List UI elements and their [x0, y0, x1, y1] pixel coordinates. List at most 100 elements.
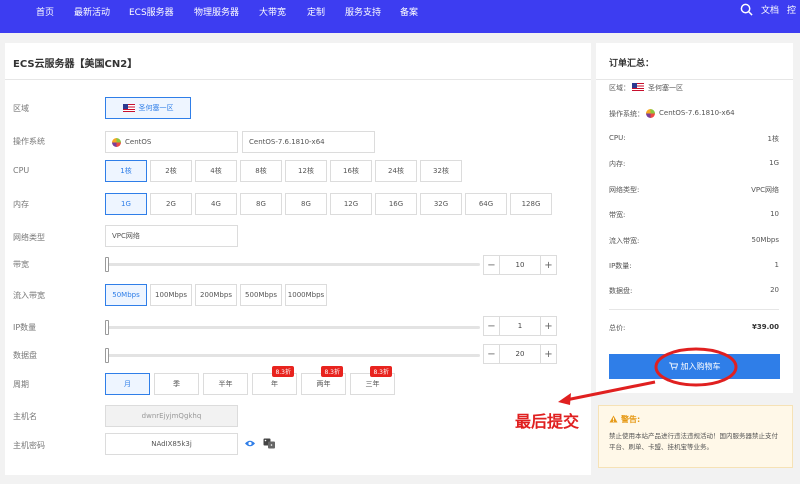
cpu-option[interactable]: 8核: [240, 160, 282, 182]
cpu-option[interactable]: 32核: [420, 160, 462, 182]
summary-row-label: IP数量:: [609, 262, 632, 270]
data-disk-value[interactable]: 20: [500, 345, 540, 363]
divider: [609, 309, 779, 310]
nav-item-support[interactable]: 服务支持: [345, 5, 381, 18]
nav-item-ecs[interactable]: ECS服务器: [129, 5, 174, 18]
memory-option[interactable]: 8G: [240, 193, 282, 215]
nav-item-custom[interactable]: 定制: [307, 5, 325, 18]
period-option[interactable]: 年 8.3折: [252, 366, 297, 395]
memory-option[interactable]: 128G: [510, 193, 552, 215]
config-panel: ECS云服务器【美国CN2】 区域 圣何塞一区 操作系统 CentOS Cent…: [5, 43, 591, 475]
ip-count-value[interactable]: 1: [500, 317, 540, 335]
summary-row: 流入带宽: 50Mbps: [609, 236, 779, 246]
memory-option[interactable]: 4G: [195, 193, 237, 215]
bandwidth-plus-button[interactable]: +: [540, 256, 556, 274]
inbound-label: 流入带宽: [13, 291, 45, 300]
inbound-option[interactable]: 200Mbps: [195, 284, 237, 306]
bandwidth-minus-button[interactable]: −: [484, 256, 500, 274]
eye-icon[interactable]: [244, 439, 256, 450]
summary-region-row: 区域： 圣何塞一区: [609, 83, 779, 93]
summary-row-label: 数据盘:: [609, 287, 633, 296]
ip-count-minus-button[interactable]: −: [484, 317, 500, 335]
nav-item-bandwidth[interactable]: 大带宽: [259, 5, 286, 18]
inbound-option[interactable]: 100Mbps: [150, 284, 192, 306]
summary-row-value: 1: [774, 261, 779, 269]
data-disk-slider[interactable]: [105, 354, 480, 357]
hostname-label: 主机名: [13, 412, 37, 421]
ip-count-slider[interactable]: [105, 326, 480, 329]
summary-row-value: VPC网络: [751, 185, 779, 194]
period-option[interactable]: 半年: [203, 373, 248, 395]
inbound-option[interactable]: 500Mbps: [240, 284, 282, 306]
bandwidth-slider[interactable]: [105, 263, 480, 266]
nav-doc-link[interactable]: 文档: [761, 3, 779, 16]
memory-option[interactable]: 32G: [420, 193, 462, 215]
memory-option[interactable]: 12G: [330, 193, 372, 215]
period-option[interactable]: 两年 8.3折: [301, 366, 346, 395]
period-option[interactable]: 季: [154, 373, 199, 395]
cpu-option[interactable]: 16核: [330, 160, 372, 182]
nav-item-physical[interactable]: 物理服务器: [194, 5, 239, 18]
os-family-select[interactable]: CentOS: [105, 131, 238, 153]
cpu-option[interactable]: 24核: [375, 160, 417, 182]
memory-option[interactable]: 64G: [465, 193, 507, 215]
memory-option-label: 2G: [166, 200, 176, 208]
cpu-option[interactable]: 12核: [285, 160, 327, 182]
network-label: 网络类型: [13, 233, 45, 242]
search-icon[interactable]: [740, 3, 753, 16]
dice-icon[interactable]: [263, 438, 276, 451]
period-option[interactable]: 三年 8.3折: [350, 366, 395, 395]
summary-region-value: 圣何塞一区: [648, 84, 683, 92]
bandwidth-value[interactable]: 10: [500, 256, 540, 274]
memory-option-label: 4G: [211, 200, 221, 208]
nav-console-link[interactable]: 控: [787, 3, 796, 16]
password-input[interactable]: NAdIX85k3j: [105, 433, 238, 455]
os-version-select[interactable]: CentOS-7.6.1810-x64: [242, 131, 375, 153]
inbound-option[interactable]: 1000Mbps: [285, 284, 327, 306]
hostname-value: dwnrEjyjmQgkhq: [141, 412, 202, 420]
data-disk-plus-button[interactable]: +: [540, 345, 556, 363]
region-label: 区域: [13, 104, 29, 113]
data-disk-slider-thumb[interactable]: [105, 348, 109, 363]
summary-row-value: 20: [770, 286, 779, 295]
memory-option-label: 64G: [478, 200, 494, 208]
os-family-value: CentOS: [125, 138, 152, 146]
summary-row: CPU: 1核: [609, 134, 779, 144]
network-select[interactable]: VPC网络: [105, 225, 238, 247]
memory-option[interactable]: 16G: [375, 193, 417, 215]
summary-row: 带宽: 10: [609, 210, 779, 220]
cpu-option[interactable]: 1核: [105, 160, 147, 182]
period-option-label: 年: [271, 380, 278, 388]
nav-item-home[interactable]: 首页: [36, 5, 54, 18]
memory-option-label: 1G: [121, 200, 131, 208]
discount-badge: 8.3折: [272, 366, 294, 377]
data-disk-minus-button[interactable]: −: [484, 345, 500, 363]
cpu-option[interactable]: 4核: [195, 160, 237, 182]
memory-option-label: 8G: [301, 200, 311, 208]
nav-item-icp[interactable]: 备案: [400, 5, 418, 18]
centos-icon: [646, 109, 655, 118]
memory-option-label: 12G: [343, 200, 359, 208]
summary-row-value: 50Mbps: [751, 235, 779, 244]
region-option[interactable]: 圣何塞一区: [105, 97, 191, 119]
memory-option[interactable]: 2G: [150, 193, 192, 215]
os-label: 操作系统: [13, 137, 45, 146]
page-title: ECS云服务器【美国CN2】: [13, 59, 138, 70]
add-to-cart-button[interactable]: 加入购物车: [609, 354, 780, 379]
divider: [596, 79, 793, 80]
cpu-option[interactable]: 2核: [150, 160, 192, 182]
inbound-option[interactable]: 50Mbps: [105, 284, 147, 306]
nav-item-promotions[interactable]: 最新活动: [74, 5, 110, 18]
summary-title: 订单汇总：: [609, 59, 655, 69]
bandwidth-slider-thumb[interactable]: [105, 257, 109, 272]
discount-badge: 8.3折: [370, 366, 392, 377]
warning-text: 禁止使用本站产品进行违法违规活动！国内服务器禁止支付平台、刷单、卡盟、挂机宝等业…: [609, 432, 778, 451]
period-label: 周期: [13, 380, 29, 389]
hostname-input[interactable]: dwnrEjyjmQgkhq: [105, 405, 238, 427]
memory-option[interactable]: 8G: [285, 193, 327, 215]
ip-count-plus-button[interactable]: +: [540, 317, 556, 335]
cpu-option-label: 32核: [433, 167, 449, 175]
period-option[interactable]: 月: [105, 373, 150, 395]
memory-option[interactable]: 1G: [105, 193, 147, 215]
ip-count-slider-thumb[interactable]: [105, 320, 109, 335]
